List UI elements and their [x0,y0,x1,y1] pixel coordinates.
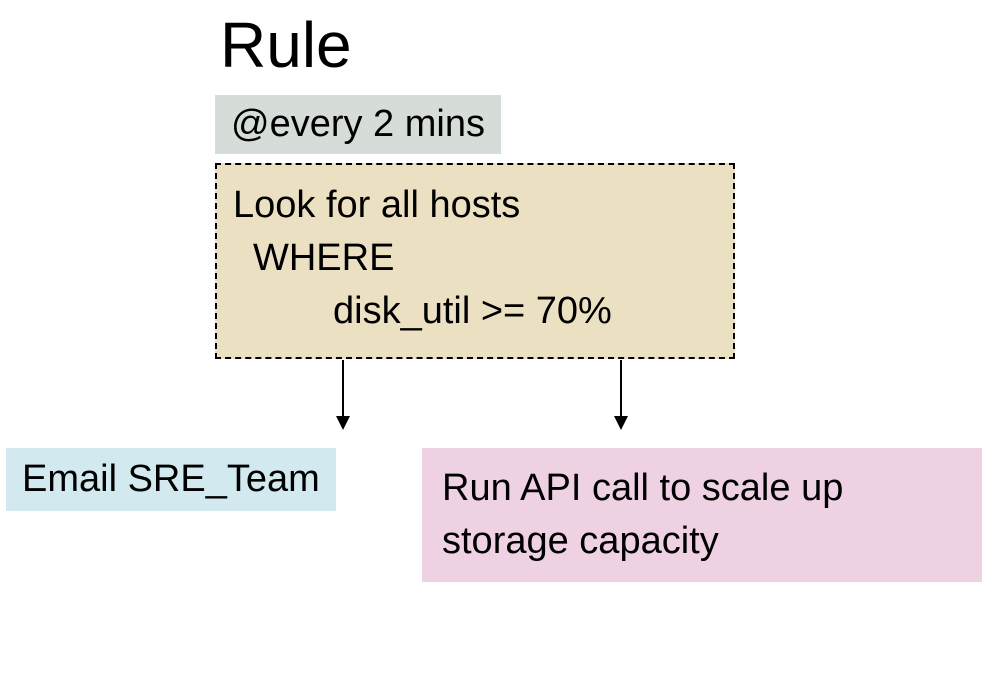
condition-line2: WHERE [233,232,717,285]
condition-line1: Look for all hosts [233,179,717,232]
arrow-to-api [620,360,622,428]
condition-box: Look for all hosts WHERE disk_util >= 70… [215,163,735,359]
arrow-to-email [342,360,344,428]
schedule-box: @every 2 mins [215,95,501,154]
rule-title: Rule [220,8,352,82]
action-email-box: Email SRE_Team [6,448,336,511]
condition-line3: disk_util >= 70% [233,285,717,338]
action-api-box: Run API call to scale up storage capacit… [422,448,982,582]
